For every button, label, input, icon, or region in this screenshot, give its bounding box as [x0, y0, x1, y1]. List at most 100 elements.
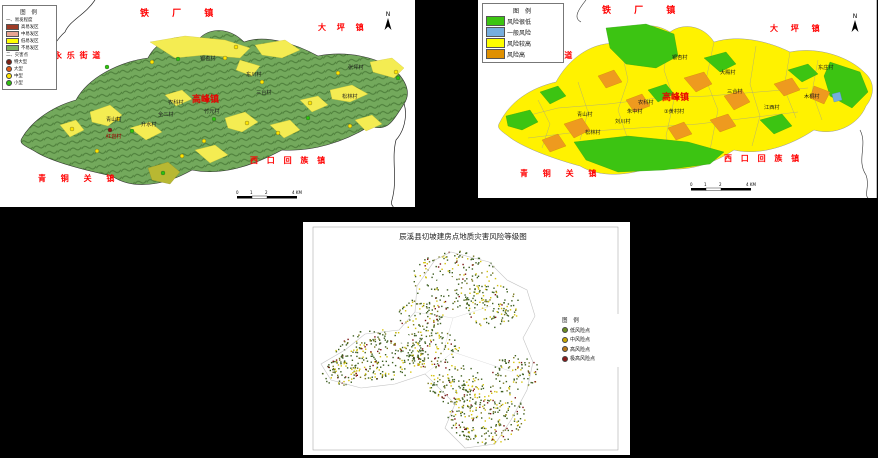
- village-label: 木桐村: [804, 92, 820, 100]
- hazard-point: [223, 56, 227, 60]
- village-label: 松林村: [585, 128, 601, 136]
- legend-label: 低易发区: [21, 38, 39, 44]
- legend-label: 风险高: [507, 50, 525, 59]
- hazard-point: [306, 116, 310, 120]
- town-label-gaofeng: 高峰镇: [662, 91, 689, 103]
- hazard-point: [212, 117, 216, 121]
- town-label-qingtongguan: 青 铜 关 镇: [520, 168, 602, 178]
- town-label-tiechang: 铁 厂 镇: [140, 7, 223, 19]
- legend-label: 极高风险点: [570, 355, 595, 362]
- legend-risk-points: 图 例 低风险点中风险点高风险点极高风险点: [559, 314, 621, 367]
- map-title: 辰溪县切坡建房点地质灾害风险等级图: [399, 231, 527, 241]
- hazard-point: [394, 70, 398, 74]
- legend-item: 特大型: [6, 59, 53, 65]
- town-label-xikou: 西 口 回 族 镇: [724, 153, 802, 163]
- hazard-point: [276, 131, 280, 135]
- hazard-point: [396, 76, 400, 80]
- legend-swatch: [562, 337, 568, 343]
- legend-section: 一、易发程度: [6, 17, 53, 23]
- village-label: 农科村: [168, 98, 184, 106]
- legend-swatch: [486, 49, 505, 59]
- svg-text:0: 0: [236, 190, 239, 195]
- legend-item: 低易发区: [6, 38, 53, 44]
- village-label: 东川村: [246, 70, 262, 78]
- village-label: 农科村: [638, 98, 654, 106]
- village-label: 江西村: [764, 103, 780, 111]
- hazard-point: [308, 101, 312, 105]
- hazard-point: [161, 171, 165, 175]
- legend-item: 低风险点: [562, 327, 618, 334]
- village-label: 青山村: [106, 115, 122, 123]
- hazard-point: [70, 127, 74, 131]
- hazard-point: [180, 154, 184, 158]
- legend-swatch: [6, 73, 12, 79]
- legend-swatch: [6, 80, 12, 86]
- legend-swatch: [486, 27, 505, 37]
- village-label: 松林村: [342, 92, 358, 100]
- svg-text:N: N: [853, 13, 858, 20]
- hazard-point: [105, 65, 109, 69]
- risk-zoning-map-panel: 银杏村大殿村三合村江西村东庄村木桐村农科村朱中村③黄村村青山村刘川村松林村 铁 …: [478, 0, 877, 198]
- risk-general-patch: [832, 92, 842, 102]
- legend-label: 中风险点: [570, 336, 590, 343]
- legend-item: 中易发区: [6, 31, 53, 37]
- village-label: 银杏村: [200, 54, 216, 62]
- legend-title: 图 例: [6, 8, 53, 16]
- town-label-xikou: 西 口 回 族 镇: [250, 155, 328, 165]
- legend-swatch: [6, 59, 12, 65]
- village-label: ③黄村村: [664, 107, 684, 115]
- hazard-point: [130, 129, 134, 133]
- legend-label: 大型: [14, 66, 23, 72]
- legend-swatch: [486, 38, 505, 48]
- hazard-point: [202, 139, 206, 143]
- legend-item: 高易发区: [6, 24, 53, 30]
- town-label-daping: 大 坪 镇: [770, 23, 825, 33]
- legend-label: 低风险点: [570, 327, 590, 334]
- legend-item: 极高风险点: [562, 355, 618, 362]
- village-label: 红岩村: [106, 132, 122, 140]
- north-arrow: N: [852, 13, 859, 32]
- legend-item: 中型: [6, 73, 53, 79]
- hazard-point: [150, 60, 154, 64]
- legend-swatch: [562, 327, 568, 333]
- risk-point-cloud: [322, 251, 538, 445]
- risk-point-map-panel: 辰溪县切坡建房点地质灾害风险等级图 图 例 低风险点中风险点高风险点极高风险点: [303, 222, 630, 455]
- svg-text:1: 1: [250, 190, 253, 195]
- legend-item: 高风险点: [562, 346, 618, 353]
- legend-swatch: [6, 66, 12, 72]
- boundary-line: [860, 130, 868, 198]
- village-label: 大殿村: [720, 68, 736, 76]
- legend-swatch: [562, 356, 568, 362]
- hazard-point: [176, 57, 180, 61]
- legend-title: 图 例: [562, 316, 618, 324]
- legend-label: 一般风险: [507, 28, 531, 37]
- svg-text:1: 1: [704, 182, 707, 187]
- village-label: 三台村: [256, 88, 272, 96]
- legend-item: 中风险点: [562, 336, 618, 343]
- legend-swatch: [6, 38, 19, 44]
- legend-section: 二、灾害点: [6, 52, 53, 58]
- legend-label: 小型: [14, 80, 23, 86]
- legend-swatch: [6, 24, 19, 30]
- legend-item: 一般风险: [486, 27, 560, 37]
- svg-text:2: 2: [719, 182, 722, 187]
- legend-label: 风险较高: [507, 39, 531, 48]
- hazard-point: [336, 71, 340, 75]
- hazard-point: [234, 45, 238, 49]
- township-boundaries: [415, 306, 513, 374]
- town-label-gaofeng: 高峰镇: [192, 93, 219, 105]
- svg-text:4 KM: 4 KM: [292, 190, 302, 195]
- legend-swatch: [6, 45, 19, 51]
- hazard-point: [245, 121, 249, 125]
- boundary-line: [577, 0, 586, 22]
- town-label-yongle: 永 乐 街 道: [53, 50, 101, 60]
- legend-swatch: [486, 16, 505, 26]
- hazard-point: [348, 124, 352, 128]
- susceptibility-map-canvas: 银杏村张坪村东川村三台村农科村竹元村全二村青山村升水村松林村红岩村 铁 厂 镇 …: [0, 0, 415, 207]
- legend-label: 高风险点: [570, 346, 590, 353]
- village-label: 青山村: [577, 110, 593, 118]
- village-label: 朱中村: [627, 107, 643, 115]
- village-label: 升水村: [141, 120, 157, 128]
- hazard-point: [95, 149, 99, 153]
- village-label: 银杏村: [672, 53, 688, 61]
